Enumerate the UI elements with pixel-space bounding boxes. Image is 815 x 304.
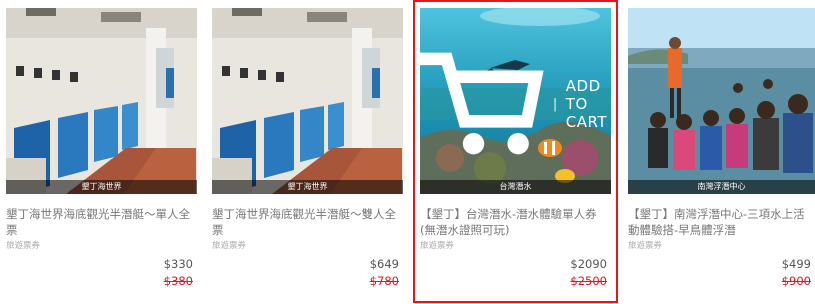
product-title[interactable]: 墾丁海世界海底觀光半潛艇～雙人全票 — [212, 206, 403, 238]
original-price: $900 — [781, 274, 811, 288]
product-card[interactable]: 墾丁海世界 墾丁海世界海底觀光半潛艇～單人全票 旅遊票券 $330 $380 — [0, 0, 203, 304]
sale-price: $649 — [369, 257, 399, 271]
product-card[interactable]: 南灣浮潛中心 【墾丁】南灣浮潛中心-三項水上活動體驗搭-早鳥體浮潛 旅遊票券 $… — [622, 0, 815, 304]
overlay-separator: | — [552, 96, 558, 112]
product-card-highlighted[interactable]: | ADD TO CART 台灣潛水 【墾丁】台灣潛水-潛水體驗單人券(無潛水證… — [412, 0, 619, 304]
original-price: $380 — [163, 274, 193, 288]
add-to-cart-overlay[interactable]: | ADD TO CART — [420, 53, 611, 155]
add-to-cart-label[interactable]: ADD TO CART — [566, 77, 611, 131]
product-category: 旅遊票券 — [6, 241, 41, 251]
product-category: 旅遊票券 — [212, 241, 247, 251]
product-category: 旅遊票券 — [628, 241, 663, 251]
original-price: $2500 — [570, 274, 607, 288]
product-category: 旅遊票券 — [420, 241, 455, 251]
sale-price: $499 — [781, 257, 811, 271]
product-image-diving[interactable]: | ADD TO CART 台灣潛水 — [420, 8, 611, 194]
sale-price: $2090 — [570, 257, 607, 271]
product-title[interactable]: 墾丁海世界海底觀光半潛艇～單人全票 — [6, 206, 197, 238]
product-image-submarine-interior[interactable]: 墾丁海世界 — [212, 8, 403, 194]
sale-price: $330 — [163, 257, 193, 271]
product-title[interactable]: 【墾丁】南灣浮潛中心-三項水上活動體驗搭-早鳥體浮潛 — [628, 206, 815, 238]
product-title[interactable]: 【墾丁】台灣潛水-潛水體驗單人券(無潛水證照可玩) — [420, 206, 611, 238]
image-caption: 墾丁海世界 — [212, 180, 403, 194]
product-image-submarine-interior[interactable]: 墾丁海世界 — [6, 8, 197, 194]
original-price: $780 — [369, 274, 399, 288]
cart-icon — [420, 50, 545, 157]
image-caption: 台灣潛水 — [420, 180, 611, 194]
image-caption: 墾丁海世界 — [6, 180, 197, 194]
product-card[interactable]: 墾丁海世界 墾丁海世界海底觀光半潛艇～雙人全票 旅遊票券 $649 $780 — [206, 0, 409, 304]
product-image-snorkeling-group[interactable]: 南灣浮潛中心 — [628, 8, 815, 194]
image-caption: 南灣浮潛中心 — [628, 180, 815, 194]
